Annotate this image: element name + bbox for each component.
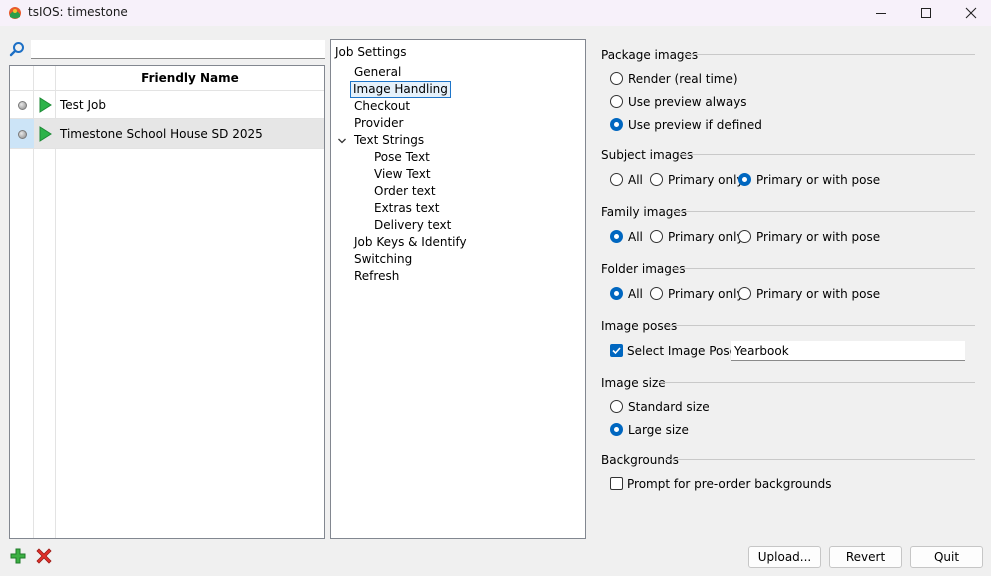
group-divider <box>669 325 975 326</box>
tree-item-order-text[interactable]: Order text <box>374 183 436 200</box>
job-name: Test Job <box>60 98 106 112</box>
radio-folder-primary-only[interactable] <box>650 287 663 300</box>
tree-item-job-keys[interactable]: Job Keys & Identify <box>354 234 467 251</box>
image-pose-input[interactable] <box>731 341 965 361</box>
option-label[interactable]: Primary only <box>668 286 744 302</box>
option-label[interactable]: Primary or with pose <box>756 286 880 302</box>
minimize-button[interactable] <box>858 0 904 26</box>
search-icon[interactable] <box>9 41 25 57</box>
column-header-friendly-name[interactable]: Friendly Name <box>56 66 324 91</box>
title-bar: tsIOS: timestone <box>0 0 991 26</box>
window-title: tsIOS: timestone <box>28 5 128 19</box>
radio-subject-primary-or-with-pose[interactable] <box>738 173 751 186</box>
tree-item-switching[interactable]: Switching <box>354 251 412 268</box>
close-icon <box>965 7 977 19</box>
maximize-button[interactable] <box>903 0 949 26</box>
group-title-image-poses: Image poses <box>601 319 678 333</box>
option-label[interactable]: All <box>628 286 643 302</box>
status-dot-icon <box>17 129 27 139</box>
job-list[interactable]: Friendly Name Test Job Timestone School … <box>9 65 325 539</box>
chevron-down-icon[interactable] <box>337 136 347 146</box>
option-label[interactable]: Primary or with pose <box>756 172 880 188</box>
radio-family-primary-only[interactable] <box>650 230 663 243</box>
option-label[interactable]: Render (real time) <box>628 71 738 87</box>
tree-item-delivery-text[interactable]: Delivery text <box>374 217 451 234</box>
upload-button[interactable]: Upload... <box>748 546 821 568</box>
radio-subject-all[interactable] <box>610 173 623 186</box>
option-label[interactable]: Large size <box>628 422 689 438</box>
delete-icon[interactable] <box>36 548 52 564</box>
radio-standard-size[interactable] <box>610 400 623 413</box>
tree-item-provider[interactable]: Provider <box>354 115 403 132</box>
tree-item-pose-text[interactable]: Pose Text <box>374 149 430 166</box>
job-row[interactable]: Test Job <box>10 91 324 119</box>
tree-item-view-text[interactable]: View Text <box>374 166 431 183</box>
group-divider <box>659 382 975 383</box>
pre-order-backgrounds-checkbox[interactable] <box>610 477 623 490</box>
group-title-subject-images: Subject images <box>601 148 694 162</box>
group-title-backgrounds: Backgrounds <box>601 453 679 467</box>
option-label[interactable]: Primary or with pose <box>756 229 880 245</box>
settings-tree[interactable]: Job Settings General Image Handling Chec… <box>330 39 586 539</box>
minimize-icon <box>876 13 886 14</box>
play-cell[interactable] <box>35 91 55 119</box>
option-label[interactable]: Primary only <box>668 172 744 188</box>
radio-family-primary-or-with-pose[interactable] <box>738 230 751 243</box>
group-divider <box>683 54 975 55</box>
radio-folder-primary-or-with-pose[interactable] <box>738 287 751 300</box>
radio-subject-primary-only[interactable] <box>650 173 663 186</box>
job-name: Timestone School House SD 2025 <box>60 127 263 141</box>
option-label[interactable]: Use preview if defined <box>628 117 762 133</box>
play-icon[interactable] <box>38 97 52 113</box>
group-title-package-images: Package images <box>601 48 699 62</box>
status-dot-icon <box>17 100 27 110</box>
radio-family-all[interactable] <box>610 230 623 243</box>
status-cell <box>10 91 34 119</box>
job-row-selected[interactable]: Timestone School House SD 2025 <box>10 119 324 149</box>
radio-render-real-time[interactable] <box>610 72 623 85</box>
radio-folder-all[interactable] <box>610 287 623 300</box>
group-divider <box>672 268 975 269</box>
select-image-pose-checkbox[interactable] <box>610 344 623 357</box>
group-title-folder-images: Folder images <box>601 262 686 276</box>
option-label[interactable]: All <box>628 229 643 245</box>
tree-item-refresh[interactable]: Refresh <box>354 268 399 285</box>
row-divider <box>10 148 324 149</box>
quit-button[interactable]: Quit <box>910 546 983 568</box>
group-title-image-size: Image size <box>601 376 666 390</box>
pre-order-backgrounds-label[interactable]: Prompt for pre-order backgrounds <box>627 476 831 492</box>
tree-item-text-strings[interactable]: Text Strings <box>354 132 424 149</box>
play-cell[interactable] <box>35 119 55 149</box>
group-divider <box>679 154 975 155</box>
tree-item-checkout[interactable]: Checkout <box>354 98 410 115</box>
radio-large-size[interactable] <box>610 423 623 436</box>
radio-use-preview-if-defined[interactable] <box>610 118 623 131</box>
checkmark-icon <box>612 347 621 355</box>
radio-use-preview-always[interactable] <box>610 95 623 108</box>
group-divider <box>666 459 975 460</box>
option-label[interactable]: Use preview always <box>628 94 747 110</box>
tree-item-general[interactable]: General <box>354 64 401 81</box>
app-logo-icon <box>9 7 21 19</box>
revert-button[interactable]: Revert <box>829 546 902 568</box>
tree-root-job-settings[interactable]: Job Settings <box>335 44 407 61</box>
maximize-icon <box>921 8 931 18</box>
play-icon[interactable] <box>38 126 52 142</box>
group-title-family-images: Family images <box>601 205 688 219</box>
add-icon[interactable] <box>10 548 26 564</box>
search-input[interactable] <box>31 40 325 59</box>
option-label[interactable]: All <box>628 172 643 188</box>
option-label[interactable]: Primary only <box>668 229 744 245</box>
tree-item-image-handling[interactable]: Image Handling <box>350 81 451 98</box>
select-image-pose-label[interactable]: Select Image Pose: <box>627 343 741 359</box>
status-cell <box>10 119 34 149</box>
tree-item-extras-text[interactable]: Extras text <box>374 200 439 217</box>
close-button[interactable] <box>948 0 991 26</box>
group-divider <box>672 211 975 212</box>
option-label[interactable]: Standard size <box>628 399 710 415</box>
